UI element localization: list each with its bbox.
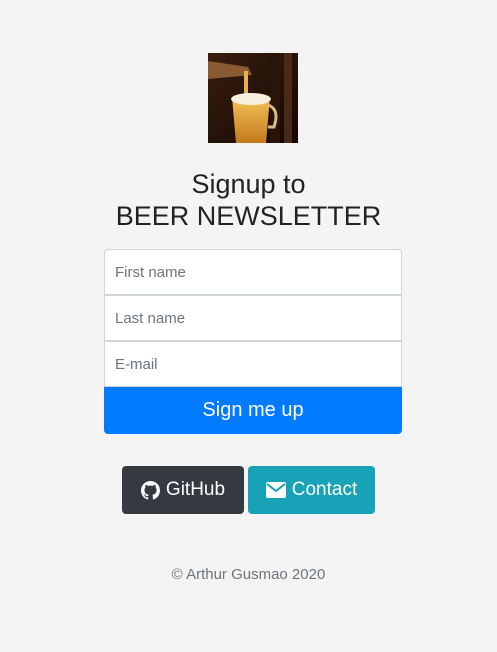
beer-logo-image [208,53,298,143]
footer-copyright: © Arthur Gusmao 2020 [171,566,326,583]
contact-label: Contact [291,479,358,500]
github-icon [140,480,160,500]
social-links: GitHub Contact [0,466,497,514]
sign-me-up-button[interactable]: Sign me up [104,387,402,434]
last-name-input[interactable] [104,295,402,341]
first-name-input[interactable] [104,249,402,295]
title-line-2: BEER NEWSLETTER [115,201,382,231]
title-line-1: Signup to [191,169,306,199]
envelope-icon [265,482,286,498]
email-input[interactable] [104,341,402,387]
page-title: Signup to BEER NEWSLETTER [0,168,497,232]
contact-button[interactable]: Contact [248,466,375,514]
github-button[interactable]: GitHub [122,466,244,514]
github-label: GitHub [165,479,226,500]
signup-form: Sign me up [104,249,402,434]
signup-page: Signup to BEER NEWSLETTER Sign me up Git… [0,0,497,652]
